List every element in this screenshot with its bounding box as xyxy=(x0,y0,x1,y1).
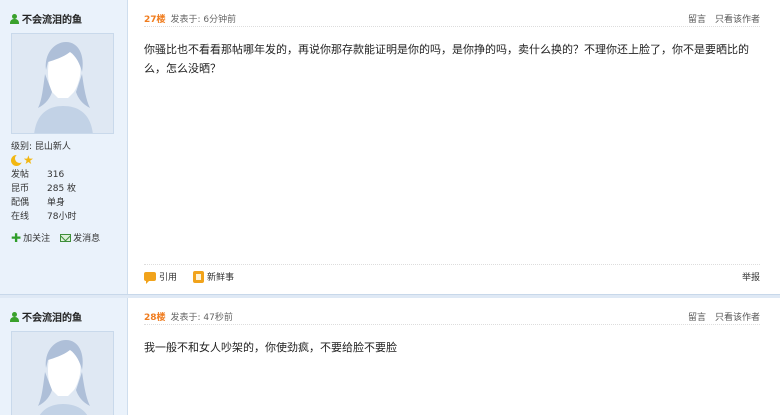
post-28: 不会流泪的鱼 28楼 发表于: 47秒前 留言 只看该作者 我一般不和女人吵架的… xyxy=(0,298,780,415)
report-link[interactable]: 举报 xyxy=(742,270,760,283)
post-footer: 引用 新鲜事 举报 xyxy=(144,264,760,288)
floor-number[interactable]: 28楼 xyxy=(144,310,166,323)
post-content: 你骚比也不看看那帖哪年发的，再说你那存款能证明是你的吗，是你挣的吗，卖什么换的？… xyxy=(144,43,749,75)
post-time: 发表于: 47秒前 xyxy=(170,313,233,323)
post-content: 我一般不和女人吵架的，你使劲疯，不要给脸不要脸 xyxy=(144,341,397,354)
mail-icon xyxy=(60,233,72,242)
plus-icon: ✚ xyxy=(11,230,22,245)
username[interactable]: 不会流泪的鱼 xyxy=(10,11,82,26)
avatar[interactable] xyxy=(11,331,114,415)
username-text[interactable]: 不会流泪的鱼 xyxy=(22,11,82,26)
avatar[interactable] xyxy=(11,33,114,134)
post-header: 27楼 发表于: 6分钟前 留言 只看该作者 xyxy=(144,11,760,27)
stat-online: 在线 78小时 xyxy=(11,212,77,222)
post-27: 不会流泪的鱼 级别: 昆山新人 ★ 发帖 316 昆币 285 枚 配偶 单身 … xyxy=(0,0,780,295)
follow-button[interactable]: ✚ 加关注 xyxy=(11,230,50,245)
only-author-link[interactable]: 只看该作者 xyxy=(715,310,760,323)
username[interactable]: 不会流泪的鱼 xyxy=(10,309,82,324)
post-time: 发表于: 6分钟前 xyxy=(170,15,237,25)
user-icon xyxy=(10,13,19,24)
reply-link[interactable]: 留言 xyxy=(688,310,706,323)
quote-button[interactable]: 引用 xyxy=(144,270,177,284)
user-actions: ✚ 加关注 发消息 xyxy=(11,230,100,245)
user-stats: 级别: 昆山新人 ★ 发帖 316 昆币 285 枚 配偶 单身 在线 78小时 xyxy=(11,140,76,224)
user-icon xyxy=(10,311,19,322)
level-icons: ★ xyxy=(11,154,76,167)
new-thing-button[interactable]: 新鲜事 xyxy=(193,270,234,283)
message-button[interactable]: 发消息 xyxy=(60,231,100,244)
stat-posts: 发帖 316 xyxy=(11,170,65,180)
post-main: 28楼 发表于: 47秒前 留言 只看该作者 我一般不和女人吵架的，你使劲疯，不… xyxy=(128,298,780,415)
reply-link[interactable]: 留言 xyxy=(688,12,706,25)
star-icon: ★ xyxy=(23,153,34,167)
floor-number[interactable]: 27楼 xyxy=(144,12,166,25)
user-sidebar: 不会流泪的鱼 xyxy=(0,298,128,415)
only-author-link[interactable]: 只看该作者 xyxy=(715,12,760,25)
moon-icon xyxy=(11,154,24,166)
level-label: 级别: 昆山新人 xyxy=(11,142,71,152)
news-icon xyxy=(193,270,205,283)
stat-coins: 昆币 285 枚 xyxy=(11,184,77,194)
default-avatar-icon xyxy=(12,332,113,415)
post-main: 27楼 发表于: 6分钟前 留言 只看该作者 你骚比也不看看那帖哪年发的，再说你… xyxy=(128,0,780,294)
default-avatar-icon xyxy=(12,34,113,133)
username-text[interactable]: 不会流泪的鱼 xyxy=(22,309,82,324)
post-header: 28楼 发表于: 47秒前 留言 只看该作者 xyxy=(144,309,760,325)
stat-spouse: 配偶 单身 xyxy=(11,198,66,208)
user-sidebar: 不会流泪的鱼 级别: 昆山新人 ★ 发帖 316 昆币 285 枚 配偶 单身 … xyxy=(0,0,128,294)
quote-icon xyxy=(144,272,156,284)
